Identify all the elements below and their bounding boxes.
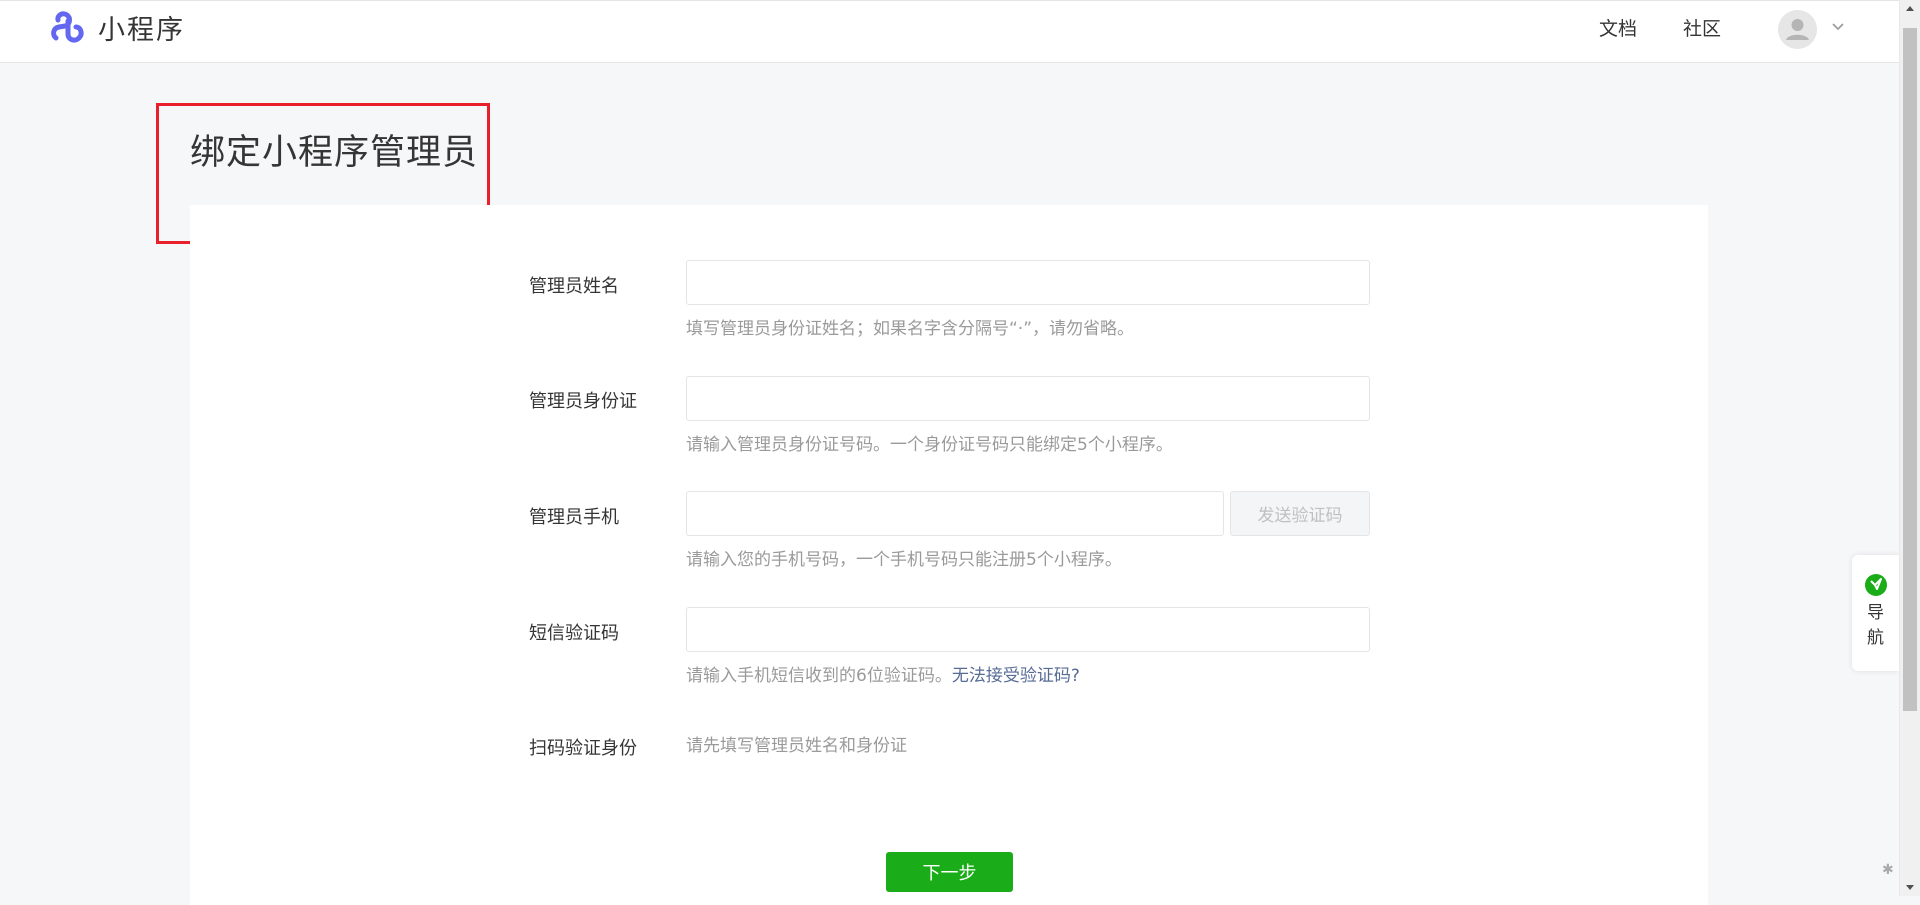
admin-name-input[interactable]	[686, 260, 1370, 305]
chevron-down-icon[interactable]	[1830, 19, 1846, 35]
compass-icon	[1864, 574, 1887, 596]
scroll-thumb[interactable]	[1903, 28, 1917, 711]
avatar[interactable]	[1778, 10, 1817, 49]
user-avatar-icon	[1778, 10, 1817, 49]
next-button[interactable]: 下一步	[886, 852, 1013, 892]
float-nav-label: 导航	[1867, 603, 1884, 648]
scroll-up-arrow-icon[interactable]	[1900, 0, 1920, 17]
admin-id-input[interactable]	[686, 376, 1370, 421]
sms-code-label: 短信验证码	[529, 623, 619, 644]
nav-docs-link[interactable]: 文档	[1599, 14, 1637, 41]
sms-code-hint-text: 请输入手机短信收到的6位验证码。	[686, 666, 952, 686]
logo[interactable]: 小程序	[48, 7, 185, 47]
admin-name-hint: 填写管理员身份证姓名；如果名字含分隔号“·”，请勿省略。	[686, 319, 1135, 339]
pin-icon: ✱	[1882, 862, 1894, 878]
scan-verify-label: 扫码验证身份	[529, 738, 637, 759]
admin-id-hint: 请输入管理员身份证号码。一个身份证号码只能绑定5个小程序。	[686, 435, 1173, 455]
admin-id-label: 管理员身份证	[529, 391, 637, 412]
scan-verify-note: 请先填写管理员姓名和身份证	[686, 736, 907, 756]
cannot-receive-code-link[interactable]: 无法接受验证码?	[952, 666, 1080, 686]
top-header: 小程序 文档 社区	[0, 0, 1899, 63]
scroll-down-arrow-icon[interactable]	[1900, 879, 1920, 896]
float-nav-widget[interactable]: 导航	[1852, 555, 1899, 671]
mini-program-logo-icon	[51, 11, 84, 43]
send-code-button[interactable]: 发送验证码	[1230, 491, 1370, 536]
sms-code-hint: 请输入手机短信收到的6位验证码。无法接受验证码?	[686, 661, 1080, 686]
admin-phone-label: 管理员手机	[529, 507, 619, 528]
logo-text: 小程序	[98, 14, 185, 46]
page-scrollbar[interactable]	[1899, 0, 1920, 896]
nav-community-link[interactable]: 社区	[1683, 14, 1721, 41]
admin-phone-input[interactable]	[686, 491, 1224, 536]
admin-phone-hint: 请输入您的手机号码，一个手机号码只能注册5个小程序。	[686, 550, 1122, 570]
admin-name-label: 管理员姓名	[529, 276, 619, 297]
sms-code-input[interactable]	[686, 607, 1370, 652]
